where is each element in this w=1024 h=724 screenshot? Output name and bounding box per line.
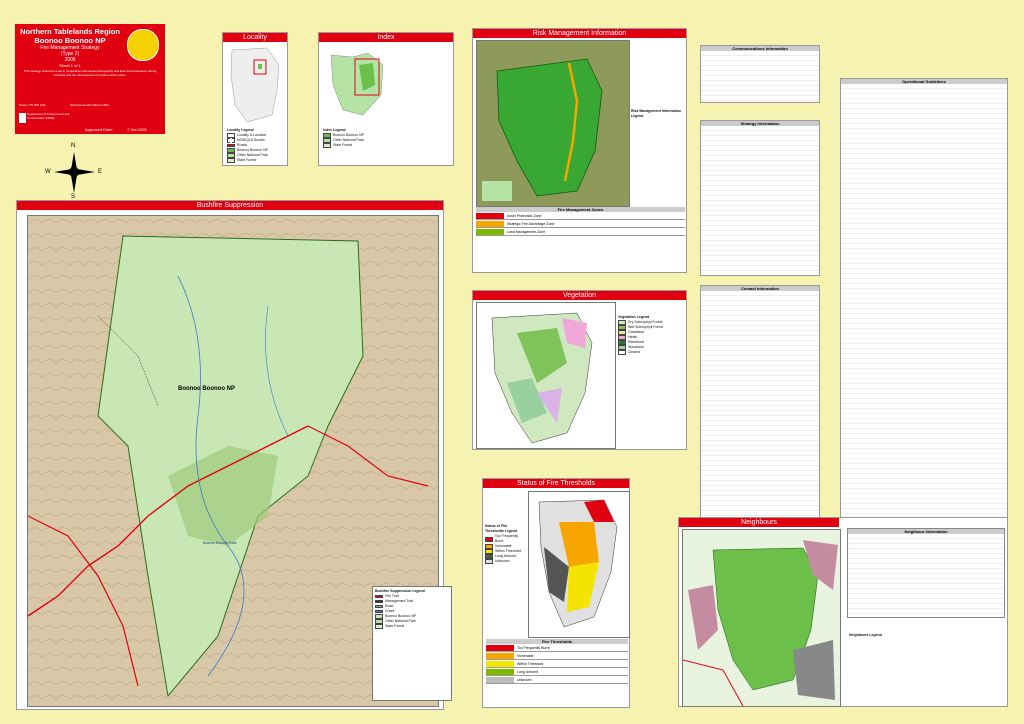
neigh-legend-title: Neighbours Legend	[849, 633, 882, 637]
strategy-panel: Strategy Information	[700, 120, 820, 276]
legend-entry: Too Frequently Burnt	[485, 534, 527, 544]
dec-logo-icon	[19, 113, 26, 123]
bushfire-title: Bushfire Suppression	[17, 201, 443, 210]
table-row: Asset Protection Zone	[476, 212, 685, 220]
header-panel: Northern Tablelands Region Boonoo Boonoo…	[15, 24, 165, 134]
thresholds-map	[528, 491, 630, 638]
compass-e: E	[98, 169, 103, 175]
table-row: Unknown	[486, 676, 628, 684]
locality-panel: Locality Locality Legend Locality & Loca…	[222, 32, 288, 166]
vegetation-title: Vegetation	[473, 291, 686, 300]
locality-map	[227, 45, 284, 125]
approved-date: 7 Oct 2005	[127, 127, 147, 132]
compass-n: N	[71, 143, 76, 149]
row-label: Unknown	[517, 677, 532, 682]
row-label: Vulnerable	[517, 653, 534, 658]
index-map-svg	[323, 45, 393, 125]
neighbours-map	[682, 529, 841, 707]
legend-entry: State Forest	[227, 158, 285, 163]
thresholds-table: Fire Thresholds Too Frequently Burnt Vuln…	[486, 639, 628, 684]
index-title: Index	[319, 33, 453, 42]
row-swatch	[486, 660, 514, 667]
nsw-logo-icon	[127, 29, 159, 61]
table-row: Strategic Fire Advantage Zone	[476, 220, 685, 228]
vegetation-panel: Vegetation Vegetation Legend Dry Sclerop…	[472, 290, 687, 450]
row-label: Too Frequently Burnt	[517, 645, 550, 650]
thresholds-panel: Status of Fire Thresholds Status of Fire…	[482, 478, 630, 708]
risk-panel: Risk Management Information Risk Managem…	[472, 28, 687, 273]
table-row: Within Threshold	[486, 660, 628, 668]
table-row: Too Frequently Burnt	[486, 644, 628, 652]
neighbours-panel: Neighbours Neighbour Information Neighbo…	[678, 517, 1008, 707]
risk-map-svg	[477, 41, 629, 206]
risk-map	[476, 40, 630, 207]
row-swatch	[476, 220, 504, 227]
vegetation-map	[476, 302, 616, 449]
neighbours-title: Neighbours	[679, 518, 839, 527]
park-title: Boonoo Boonoo NP	[34, 36, 106, 45]
index-panel: Index Index Legend Boonoo Boonoo NP Othe…	[318, 32, 454, 166]
strategy-body	[701, 126, 819, 274]
row-swatch	[486, 652, 514, 659]
comms-body	[701, 51, 819, 101]
neighbours-map-svg	[683, 530, 840, 706]
neighbours-legend: Neighbours Legend	[849, 633, 919, 638]
table-row: Vulnerable	[486, 652, 628, 660]
vegetation-map-svg	[491, 312, 593, 444]
compass-w: W	[45, 169, 51, 175]
zones-table: Fire Management Zones Asset Protection Z…	[476, 207, 685, 236]
datum-text: GDA Geocentric Datum 1994	[70, 103, 109, 107]
thresholds-title: Status of Fire Thresholds	[483, 479, 629, 488]
neigh-info-table: Neighbour Information	[847, 528, 1005, 618]
bushfire-panel: Bushfire Suppression Boonoo Boonoo NP Bo…	[16, 200, 452, 710]
row-label: Land Management Zone	[507, 229, 546, 234]
approved-label: Approved Date:	[85, 127, 113, 132]
bushfire-legend: Bushfire Suppression Legend Fire Trail M…	[372, 586, 452, 701]
risk-legend: Risk Management Information Legend	[631, 109, 686, 119]
locality-title: Locality	[223, 33, 287, 42]
legend-entry: Unknown	[485, 559, 527, 564]
scale-text: Scale 1:70 000 (A0)	[19, 103, 46, 107]
thresholds-legend: Status of Fire Thresholds Legend Too Fre…	[485, 524, 527, 564]
row-label: Within Threshold	[517, 661, 544, 666]
region-title: Northern Tablelands Region	[20, 27, 120, 36]
index-legend: Index Legend Boonoo Boonoo NP Other Nati…	[323, 128, 413, 148]
risk-legend-title: Risk Management Information Legend	[631, 109, 681, 118]
row-swatch	[486, 676, 514, 683]
compass: N S W E	[45, 143, 102, 200]
risk-title: Risk Management Information	[473, 29, 686, 38]
row-swatch	[486, 668, 514, 675]
locality-map-svg	[230, 47, 280, 123]
sheet-label: Sheet 1 of 1	[59, 63, 81, 68]
legend-entry: Cleared	[618, 350, 686, 355]
index-map	[323, 45, 393, 125]
park-name-label: Boonoo Boonoo NP	[178, 386, 235, 392]
legend-entry: State Forest	[323, 143, 413, 148]
compass-rose-icon	[54, 152, 95, 193]
table-row: Long Unburnt	[486, 668, 628, 676]
thresholds-map-svg	[538, 499, 618, 628]
thresh-legend-title: Status of Fire Thresholds Legend	[485, 524, 518, 533]
vegetation-legend: Vegetation Legend Dry Sclerophyll Forest…	[618, 315, 686, 355]
legend-entry: State Forest	[375, 624, 449, 629]
comms-panel: Communications Information	[700, 45, 820, 103]
dept-text: Department of Environment and Conservati…	[27, 112, 70, 120]
falls-label: Boonoo Boonoo Falls	[203, 541, 237, 545]
row-swatch	[476, 228, 504, 235]
row-swatch	[476, 212, 504, 219]
disclaimer-text: This strategy should be used in conjunct…	[23, 69, 157, 77]
row-label: Long Unburnt	[517, 669, 539, 674]
table-row: Land Management Zone	[476, 228, 685, 236]
row-label: Asset Protection Zone	[507, 213, 542, 218]
row-label: Strategic Fire Advantage Zone	[507, 221, 555, 226]
locality-legend: Locality Legend Locality & Location NSW/…	[227, 128, 285, 163]
row-swatch	[486, 644, 514, 651]
